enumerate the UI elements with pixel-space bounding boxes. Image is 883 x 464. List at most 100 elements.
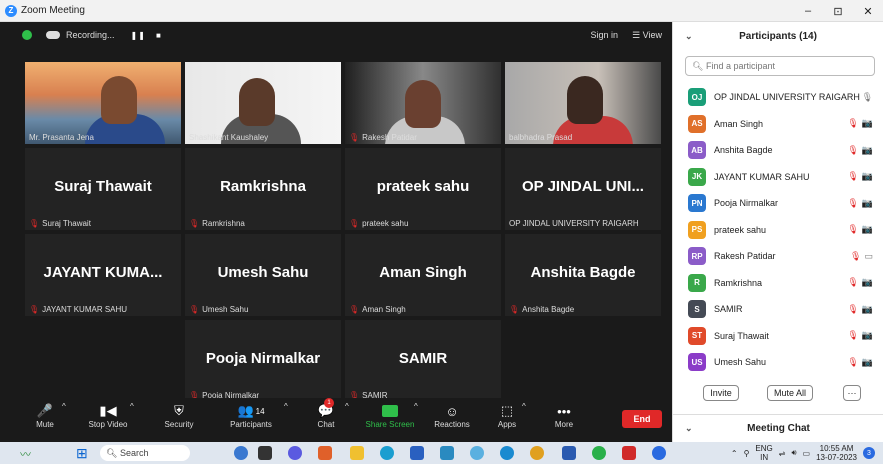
collapse-chevron-icon[interactable]: ⌄ (685, 31, 693, 42)
muted-mic-video-off-icon[interactable]: 🎙📷 (847, 145, 876, 156)
app-icon[interactable] (470, 446, 484, 460)
muted-mic-video-off-icon[interactable]: 🎙📷 (847, 304, 876, 315)
reactions-button[interactable]: ☺ Reactions (432, 402, 472, 430)
participant-search-input[interactable]: 🔍︎ Find a participant (685, 56, 875, 76)
share-options-caret[interactable]: ^ (414, 402, 418, 411)
participant-row[interactable]: PN Pooja Nirmalkar 🎙📷 (673, 190, 883, 217)
pdf-icon[interactable] (622, 446, 636, 460)
video-tile[interactable]: Pooja Nirmalkar 🎙 Pooja Nirmalkar (185, 320, 341, 402)
stop-recording-icon[interactable]: ■ (156, 31, 162, 40)
taskbar-search-input[interactable]: 🔍︎ Search (100, 445, 190, 461)
video-tile[interactable]: Mr. Prasanta Jena (25, 62, 181, 144)
video-tile[interactable]: 🎙 Rakesh Patidar (345, 62, 501, 144)
participant-row[interactable]: ST Suraj Thawait 🎙📷 (673, 323, 883, 350)
notification-badge[interactable]: 3 (863, 447, 875, 459)
language-indicator[interactable]: ENG IN (755, 444, 772, 462)
expand-chevron-icon[interactable]: ⌄ (685, 423, 693, 434)
video-tile[interactable]: SAMIR 🎙 SAMIR (345, 320, 501, 402)
brave-icon[interactable] (318, 446, 332, 460)
word-icon[interactable] (562, 446, 576, 460)
video-tile[interactable]: OP JINDAL UNI... OP JINDAL UNIVERSITY RA… (505, 148, 661, 230)
participant-row[interactable]: JK JAYANT KUMAR SAHU 🎙📷 (673, 164, 883, 191)
mute-button[interactable]: 🎤 Mute (30, 402, 60, 429)
muted-mic-video-off-icon[interactable]: 🎙📷 (847, 118, 876, 129)
store-icon[interactable] (410, 446, 424, 460)
participant-row[interactable]: RP Rakesh Patidar 🎙▭ (673, 243, 883, 270)
apps-button[interactable]: ⬚ Apps (494, 402, 520, 429)
windows-start-icon[interactable]: ⊞ (76, 445, 88, 462)
folder-icon[interactable] (350, 446, 364, 460)
security-button[interactable]: ⛨ Security (160, 402, 198, 429)
muted-mic-video-off-icon[interactable]: 🎙📷 (847, 198, 876, 209)
sign-in-link[interactable]: Sign in (591, 30, 619, 40)
participants-button[interactable]: 👥 14 Participants (224, 402, 278, 429)
share-screen-button[interactable]: Share Screen (364, 402, 416, 429)
teams-icon[interactable] (288, 446, 302, 460)
more-options-button[interactable]: ··· (843, 385, 861, 401)
invite-button[interactable]: Invite (703, 385, 739, 401)
more-button[interactable]: ••• More (550, 402, 578, 430)
participants-options-caret[interactable]: ^ (284, 402, 288, 411)
meeting-toolbar: 🎤 Mute ^ ▮◀ Stop Video ^ ⛨ Security 👥 14 … (0, 398, 672, 442)
chat-button[interactable]: 💬 1 Chat (312, 398, 340, 429)
participant-row[interactable]: US Umesh Sahu 🎙📷 (673, 349, 883, 376)
mute-all-button[interactable]: Mute All (767, 385, 813, 401)
stop-video-button[interactable]: ▮◀ Stop Video (82, 402, 134, 429)
whatsapp-icon[interactable] (592, 446, 606, 460)
muted-mic-video-on-icon[interactable]: 🎙▭ (850, 251, 876, 262)
microphone-icon[interactable]: 🎙 (862, 92, 876, 103)
chrome-icon[interactable] (530, 446, 544, 460)
participant-name: Pooja Nirmalkar (714, 198, 779, 209)
video-tile[interactable]: JAYANT KUMA... 🎙 JAYANT KUMAR SAHU (25, 234, 181, 316)
video-tile[interactable]: Aman Singh 🎙 Aman Singh (345, 234, 501, 316)
volume-icon[interactable]: 🔊︎ (791, 448, 796, 458)
app-icon[interactable] (440, 446, 454, 460)
clock[interactable]: 10:55 AM 13-07-2023 (816, 444, 857, 462)
app-icon[interactable] (234, 446, 248, 460)
muted-mic-video-off-icon[interactable]: 🎙📷 (847, 330, 876, 341)
title-bar: Z Zoom Meeting – ⊡ ✕ (0, 0, 883, 22)
shield-icon[interactable] (22, 30, 32, 40)
search-icon: 🔍︎ (106, 447, 118, 458)
muted-mic-video-off-icon[interactable]: 🎙📷 (847, 277, 876, 288)
edge-icon[interactable] (380, 446, 394, 460)
weather-icon[interactable]: 〰 (20, 446, 31, 462)
participant-row[interactable]: AS Aman Singh 🎙📷 (673, 111, 883, 138)
minimize-button[interactable]: – (793, 0, 823, 22)
video-options-caret[interactable]: ^ (130, 402, 134, 411)
file-explorer-icon[interactable] (258, 446, 272, 460)
muted-mic-video-off-icon[interactable]: 🎙📷 (847, 224, 876, 235)
apps-options-caret[interactable]: ^ (522, 402, 526, 411)
video-tile[interactable]: Shashikant Kaushaley (185, 62, 341, 144)
restore-button[interactable]: ⊡ (823, 0, 853, 22)
muted-mic-video-off-icon[interactable]: 🎙📷 (847, 171, 876, 182)
close-button[interactable]: ✕ (853, 0, 883, 22)
end-meeting-button[interactable]: End (622, 410, 662, 428)
video-tile[interactable]: Suraj Thawait 🎙 Suraj Thawait (25, 148, 181, 230)
network-icon[interactable]: ⇌ (779, 449, 786, 458)
video-tile[interactable]: prateek sahu 🎙 prateek sahu (345, 148, 501, 230)
meeting-chat-header[interactable]: ⌄ Meeting Chat (673, 414, 883, 442)
chevron-up-icon[interactable]: ⌃ (731, 449, 738, 458)
battery-icon[interactable]: ▭ (803, 449, 811, 458)
app-icon[interactable] (500, 446, 514, 460)
video-tile[interactable]: Ramkrishna 🎙 Ramkrishna (185, 148, 341, 230)
mute-options-caret[interactable]: ^ (62, 402, 66, 411)
participant-row[interactable]: S SAMIR 🎙📷 (673, 296, 883, 323)
video-tile[interactable]: Umesh Sahu 🎙 Umesh Sahu (185, 234, 341, 316)
video-tile[interactable]: balbhadra Prasad (505, 62, 661, 144)
participant-row[interactable]: OJ OP JINDAL UNIVERSITY RAIGARH 🎙 (673, 84, 883, 111)
participant-row[interactable]: PS prateek sahu 🎙📷 (673, 217, 883, 244)
participant-row[interactable]: AB Anshita Bagde 🎙📷 (673, 137, 883, 164)
zoom-icon[interactable] (652, 446, 666, 460)
recording-indicator: Recording... ❚❚ ■ (46, 30, 162, 40)
muted-mic-video-off-icon[interactable]: 🎙📷 (847, 357, 876, 368)
ellipsis-icon: ••• (557, 403, 571, 419)
participant-row[interactable]: R Ramkrishna 🎙📷 (673, 270, 883, 297)
video-tile[interactable]: Anshita Bagde 🎙 Anshita Bagde (505, 234, 661, 316)
chat-options-caret[interactable]: ^ (345, 402, 349, 411)
view-button[interactable]: ☰ View (632, 30, 662, 41)
pause-recording-icon[interactable]: ❚❚ (131, 31, 146, 40)
location-icon[interactable]: ⚲ (744, 449, 750, 458)
mute-label: Mute (36, 420, 54, 429)
